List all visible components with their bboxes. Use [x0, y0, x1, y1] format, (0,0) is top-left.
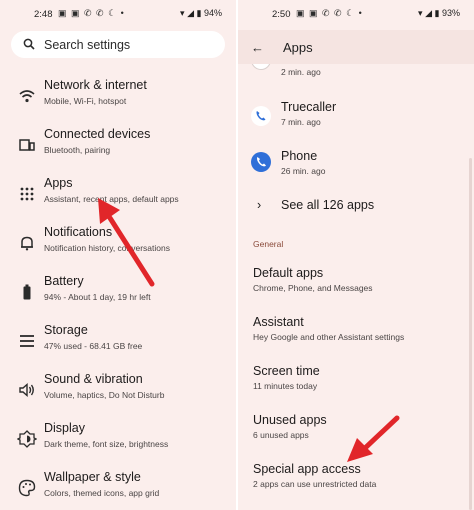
recent-app-title: Phone [281, 149, 318, 163]
settings-item-subtitle: 94% - About 1 day, 19 hr left [44, 292, 151, 302]
settings-item-title: Wallpaper & style [44, 470, 141, 484]
see-all-apps-button[interactable]: › See all 126 apps [238, 198, 474, 220]
settings-item-battery[interactable]: Battery 94% - About 1 day, 19 hr left [0, 274, 236, 320]
settings-item-sound[interactable]: Sound & vibration Volume, haptics, Do No… [0, 372, 236, 418]
recent-app-title: Truecaller [281, 100, 337, 114]
wifi-icon [19, 90, 35, 103]
settings-item-subtitle: 47% used - 68.41 GB free [44, 341, 143, 351]
arrow-back-icon[interactable]: ← [251, 40, 264, 55]
system-status: ▾ ◢ ▮ 93% [418, 8, 460, 19]
apps-item-unused-apps[interactable]: Unused apps 6 unused apps [238, 413, 474, 449]
apps-item-default-apps[interactable]: Default apps Chrome, Phone, and Messages [238, 266, 474, 302]
settings-item-connected-devices[interactable]: Connected devices Bluetooth, pairing [0, 127, 236, 173]
notification-icons: ▣ ▣ ✆ ✆ ☾ • [296, 8, 363, 18]
volume-icon [19, 382, 34, 398]
status-bar: 2:50 ▣ ▣ ✆ ✆ ☾ • ▾ ◢ ▮ 93% [238, 0, 474, 26]
status-time: 2:50 [272, 9, 291, 20]
truecaller-icon [251, 106, 271, 126]
system-status: ▾ ◢ ▮ 94% [180, 8, 222, 19]
apps-item-title: Unused apps [253, 413, 327, 427]
apps-item-screen-time[interactable]: Screen time 11 minutes today [238, 364, 474, 400]
settings-item-subtitle: Colors, themed icons, app grid [44, 488, 160, 498]
app-bar: ← Apps [238, 30, 474, 64]
recent-app-item[interactable]: 2 min. ago [238, 50, 474, 84]
settings-item-title: Network & internet [44, 78, 147, 92]
settings-screen: 2:48 ▣ ▣ ✆ ✆ ☾ • ▾ ◢ ▮ 94% Search settin… [0, 0, 236, 510]
apps-item-title: Special app access [253, 462, 361, 476]
status-time: 2:48 [34, 9, 53, 20]
signal-icon: ◢ [187, 8, 194, 18]
settings-item-apps[interactable]: Apps Assistant, recent apps, default app… [0, 176, 236, 222]
wifi-status-icon: ▾ [418, 8, 423, 18]
apps-screen: 2:50 ▣ ▣ ✆ ✆ ☾ • ▾ ◢ ▮ 93% 2 min. ago ← … [238, 0, 474, 510]
devices-icon [19, 139, 35, 151]
apps-item-subtitle: 11 minutes today [253, 381, 318, 391]
apps-grid-icon [20, 187, 34, 201]
battery-icon [23, 284, 31, 300]
settings-item-title: Notifications [44, 225, 113, 239]
settings-item-subtitle: Bluetooth, pairing [44, 145, 111, 155]
recent-app-truecaller[interactable]: Truecaller 7 min. ago [238, 100, 474, 136]
apps-item-title: Default apps [253, 266, 324, 280]
bell-icon [21, 236, 33, 251]
recent-app-time: 2 min. ago [281, 67, 321, 77]
status-bar: 2:48 ▣ ▣ ✆ ✆ ☾ • ▾ ◢ ▮ 94% [0, 0, 236, 26]
settings-item-subtitle: Dark theme, font size, brightness [44, 439, 169, 449]
recent-app-time: 7 min. ago [281, 117, 321, 127]
settings-item-title: Storage [44, 323, 88, 337]
search-bar[interactable]: Search settings [11, 31, 225, 58]
brightness-icon [17, 430, 37, 448]
apps-item-title: Screen time [253, 364, 320, 378]
chevron-right-icon: › [257, 198, 262, 212]
apps-item-title: Assistant [253, 315, 304, 329]
settings-item-title: Connected devices [44, 127, 151, 141]
search-icon [23, 38, 35, 50]
battery-status-icon: ▮ [196, 8, 202, 18]
settings-item-subtitle: Notification history, conversations [44, 243, 170, 253]
battery-percent: 93% [441, 8, 460, 18]
settings-item-display[interactable]: Display Dark theme, font size, brightnes… [0, 421, 236, 467]
apps-item-special-app-access[interactable]: Special app access 2 apps can use unrest… [238, 462, 474, 498]
settings-item-title: Battery [44, 274, 84, 288]
see-all-apps-label: See all 126 apps [281, 198, 375, 212]
apps-item-subtitle: 2 apps can use unrestricted data [253, 479, 377, 489]
settings-item-network[interactable]: Network & internet Mobile, Wi-Fi, hotspo… [0, 78, 236, 124]
battery-percent: 94% [203, 8, 222, 18]
storage-icon [20, 335, 34, 347]
apps-item-subtitle: Chrome, Phone, and Messages [253, 283, 373, 293]
phone-icon [251, 152, 271, 172]
wifi-status-icon: ▾ [180, 8, 185, 18]
settings-item-subtitle: Assistant, recent apps, default apps [44, 194, 179, 204]
signal-icon: ◢ [425, 8, 432, 18]
settings-item-subtitle: Volume, haptics, Do Not Disturb [44, 390, 165, 400]
search-placeholder: Search settings [44, 38, 131, 52]
palette-icon [18, 479, 36, 497]
settings-item-title: Display [44, 421, 85, 435]
settings-item-storage[interactable]: Storage 47% used - 68.41 GB free [0, 323, 236, 369]
scrollbar[interactable] [469, 158, 472, 510]
settings-item-notifications[interactable]: Notifications Notification history, conv… [0, 225, 236, 271]
notification-icons: ▣ ▣ ✆ ✆ ☾ • [58, 8, 125, 18]
recent-app-time: 26 min. ago [281, 166, 326, 176]
settings-item-wallpaper[interactable]: Wallpaper & style Colors, themed icons, … [0, 470, 236, 510]
apps-item-subtitle: Hey Google and other Assistant settings [253, 332, 405, 342]
settings-item-title: Sound & vibration [44, 372, 143, 386]
settings-item-subtitle: Mobile, Wi-Fi, hotspot [44, 96, 127, 106]
recent-app-phone[interactable]: Phone 26 min. ago [238, 149, 474, 185]
section-header-general: General [253, 239, 284, 249]
page-title: Apps [283, 40, 313, 55]
apps-item-subtitle: 6 unused apps [253, 430, 309, 440]
apps-item-assistant[interactable]: Assistant Hey Google and other Assistant… [238, 315, 474, 351]
settings-item-title: Apps [44, 176, 73, 190]
battery-status-icon: ▮ [434, 8, 440, 18]
